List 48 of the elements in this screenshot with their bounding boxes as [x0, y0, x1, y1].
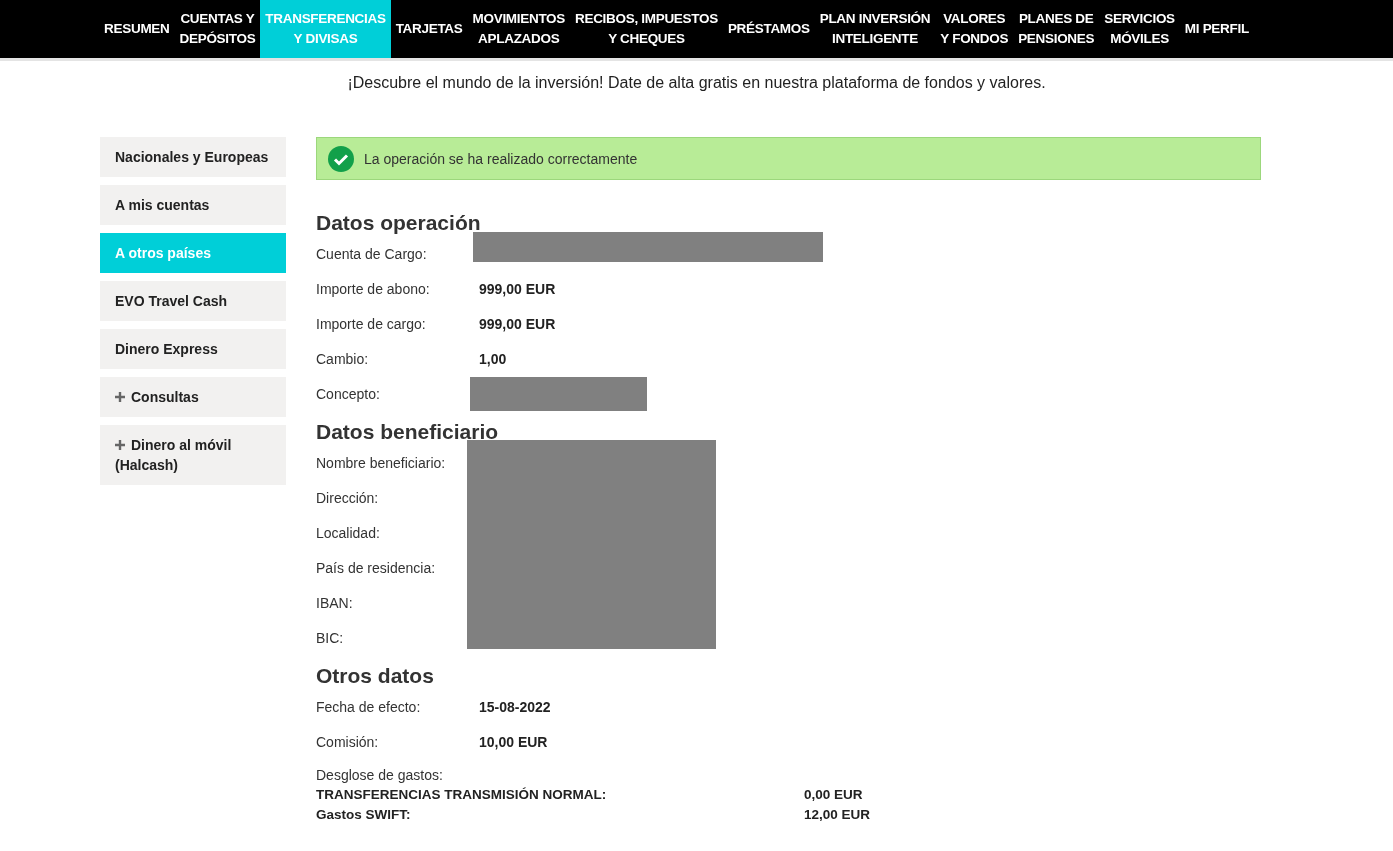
nav-tab[interactable]: TARJETAS: [390, 0, 468, 58]
field-value: 999,00 EUR: [479, 280, 556, 297]
field-label: País de residencia:: [316, 559, 437, 576]
fee-label: Gastos SWIFT:: [316, 806, 412, 824]
section-heading: Datos operación: [316, 210, 482, 236]
nav-tab[interactable]: PLANES DE PENSIONES: [1013, 0, 1100, 58]
sidebar-item[interactable]: Consultas: [100, 377, 286, 417]
nav-tab[interactable]: CUENTAS Y DEPÓSITOS: [174, 0, 261, 58]
field-value: 999,00 EUR: [479, 315, 556, 332]
check-circle-icon: [328, 145, 354, 172]
nav-tab[interactable]: RESUMEN: [99, 0, 175, 58]
plus-icon: [115, 392, 125, 402]
nav-tab[interactable]: PLAN INVERSIÓN INTELIGENTE: [814, 0, 936, 58]
nav-tab[interactable]: PRÉSTAMOS: [722, 0, 815, 58]
field-label: BIC:: [316, 629, 345, 646]
nav-tab[interactable]: VALORES Y FONDOS: [935, 0, 1014, 58]
field-label: Importe de cargo:: [316, 315, 427, 332]
field-value: 10,00 EUR: [479, 733, 548, 750]
nav-tab[interactable]: MOVIMIENTOS APLAZADOS: [467, 0, 570, 58]
nav-tab[interactable]: RECIBOS, IMPUESTOS Y CHEQUES: [570, 0, 723, 58]
field-label: Concepto:: [316, 385, 381, 402]
field-label: Cuenta de Cargo:: [316, 245, 428, 262]
fee-label: TRANSFERENCIAS TRANSMISIÓN NORMAL:: [316, 786, 608, 804]
field-label: Dirección:: [316, 489, 380, 506]
sidebar-item[interactable]: A mis cuentas: [100, 185, 286, 225]
nav-tab[interactable]: MI PERFIL: [1179, 0, 1254, 58]
field-label: Fecha de efecto:: [316, 698, 422, 715]
nav-tab[interactable]: SERVICIOS MÓVILES: [1099, 0, 1180, 58]
fee-amount: 0,00 EUR: [804, 786, 863, 804]
field-label: IBAN:: [316, 594, 354, 611]
sidebar-item[interactable]: Dinero Express: [100, 329, 286, 369]
field-value: 1,00: [479, 350, 507, 367]
plus-icon: [115, 440, 125, 450]
section-heading: Datos beneficiario: [316, 419, 500, 445]
sidebar-item[interactable]: EVO Travel Cash: [100, 281, 286, 321]
promo-text: ¡Descubre el mundo de la inversión! Date de alta gratis en nuestra plataforma de fondos y valores.: [346, 73, 1047, 93]
field-label: Localidad:: [316, 524, 381, 541]
sidebar-item[interactable]: Dinero al móvil (Halcash): [100, 425, 286, 485]
sidebar-item[interactable]: Nacionales y Europeas: [100, 137, 286, 177]
field-label: Desglose de gastos:: [316, 766, 444, 785]
field-label: Importe de abono:: [316, 280, 431, 297]
field-label: Nombre beneficiario:: [316, 454, 447, 471]
fee-amount: 12,00 EUR: [804, 806, 871, 824]
field-label: Comisión:: [316, 733, 380, 750]
success-message: La operación se ha realizado correctamente: [364, 150, 638, 167]
section-heading: Otros datos: [316, 663, 435, 689]
field-value: 15-08-2022: [479, 698, 551, 715]
field-label: Cambio:: [316, 350, 370, 367]
